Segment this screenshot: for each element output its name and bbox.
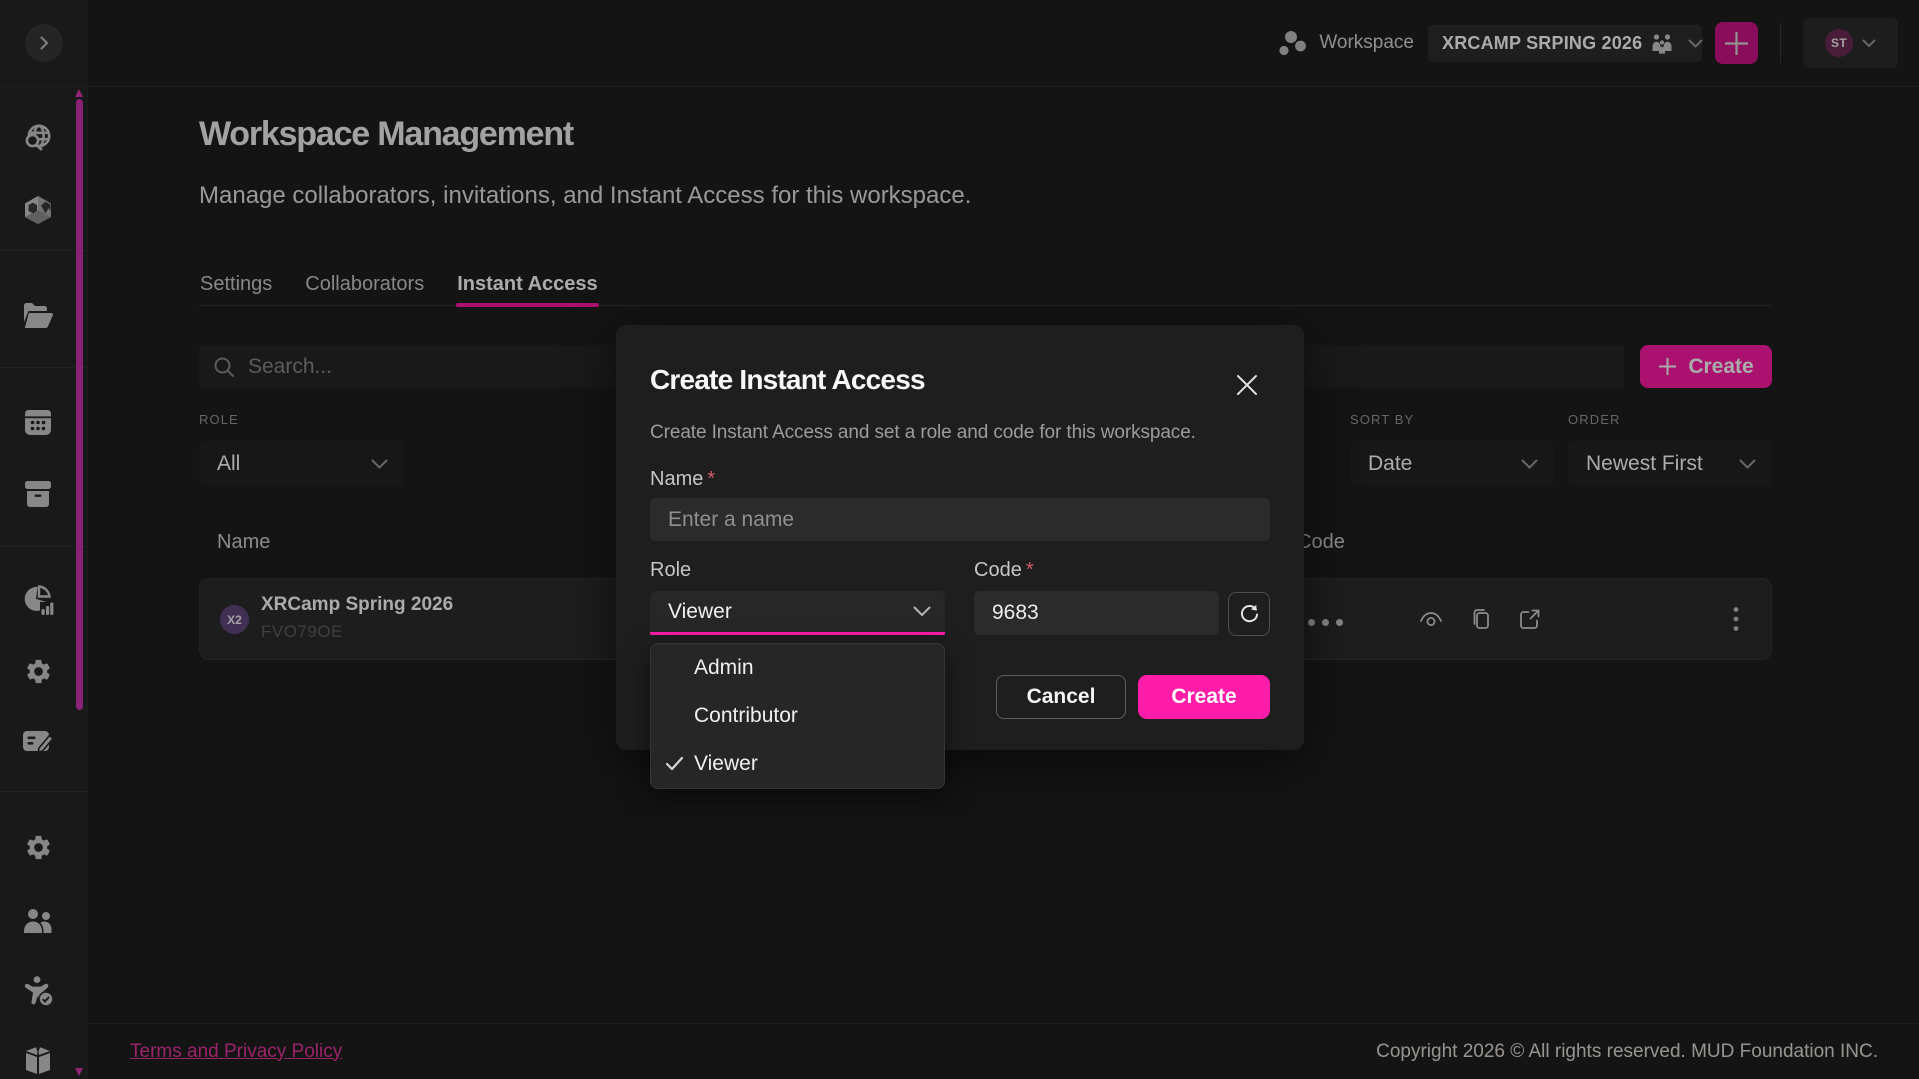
role-option-label: Admin [694,656,754,680]
role-option-label: Contributor [694,704,798,728]
role-option-label: Viewer [694,752,758,776]
role-option-viewer[interactable]: Viewer [651,740,944,788]
modal-title: Create Instant Access [650,363,1270,397]
role-dropdown-menu: Admin Contributor Viewer [650,643,945,789]
role-field-label: Role [650,559,945,582]
cancel-button[interactable]: Cancel [996,675,1126,719]
regenerate-code-button[interactable] [1228,592,1270,636]
required-asterisk: * [707,468,715,490]
role-option-contributor[interactable]: Contributor [651,692,944,740]
chevron-down-icon [913,606,931,617]
name-field-label: Name* [650,468,1270,491]
code-input[interactable] [974,591,1219,635]
close-icon [1236,374,1258,396]
required-asterisk: * [1026,559,1034,581]
refresh-icon [1237,602,1262,627]
code-field-label: Code* [974,559,1219,582]
role-select-value: Viewer [668,600,732,624]
role-select[interactable]: Viewer [650,591,945,635]
role-option-admin[interactable]: Admin [651,644,944,692]
modal-close-button[interactable] [1234,372,1260,398]
modal-create-button[interactable]: Create [1138,675,1270,719]
modal-description: Create Instant Access and set a role and… [650,422,1270,444]
check-icon [664,753,685,774]
name-input[interactable] [650,498,1270,541]
